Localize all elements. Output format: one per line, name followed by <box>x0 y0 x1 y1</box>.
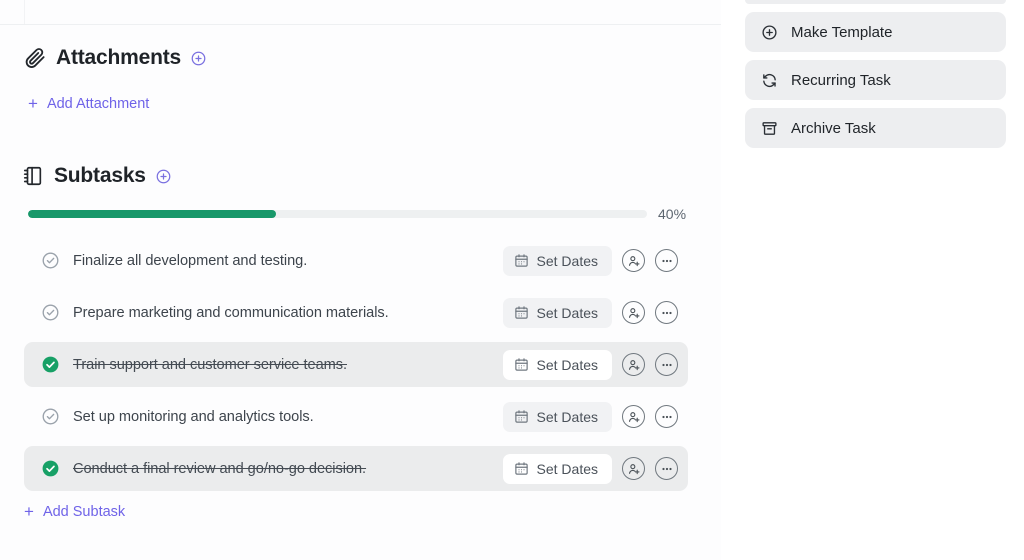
progress-percent-label: 40% <box>658 206 687 222</box>
subtask-row[interactable]: Set up monitoring and analytics tools. S… <box>24 394 688 439</box>
set-dates-label: Set Dates <box>536 304 598 321</box>
set-dates-label: Set Dates <box>536 408 598 425</box>
subtask-label: Prepare marketing and communication mate… <box>73 304 389 321</box>
add-attachment-label: Add Attachment <box>46 95 150 112</box>
column-tick-mark <box>24 0 25 24</box>
sidebar-action-label: Archive Task <box>791 119 876 137</box>
calendar-icon <box>514 357 529 372</box>
sidebar-action-archive-task[interactable]: Archive Task <box>745 108 1006 148</box>
assign-user-button[interactable] <box>622 353 645 376</box>
subtasks-progress: 40% <box>28 206 692 222</box>
archive-icon <box>761 120 778 137</box>
sidebar-action-clipped[interactable] <box>745 0 1006 4</box>
subtask-label: Finalize all development and testing. <box>73 252 308 269</box>
add-subtask-label: Add Subtask <box>42 503 126 520</box>
subtask-row-actions: Set Dates <box>502 245 682 276</box>
add-subtask-link[interactable]: + Add Subtask <box>24 503 125 520</box>
set-dates-button[interactable]: Set Dates <box>502 297 612 328</box>
subtask-row[interactable]: Prepare marketing and communication mate… <box>24 290 688 335</box>
subtask-checkbox-checked[interactable] <box>41 355 60 374</box>
add-attachment-link[interactable]: + Add Attachment <box>28 95 149 112</box>
plus-circle-icon <box>761 24 778 41</box>
set-dates-button[interactable]: Set Dates <box>502 245 612 276</box>
more-options-button[interactable] <box>655 353 678 376</box>
subtask-row[interactable]: Finalize all development and testing. Se… <box>24 238 688 283</box>
set-dates-label: Set Dates <box>536 252 598 269</box>
subtask-row-actions: Set Dates <box>502 349 682 380</box>
subtask-row-actions: Set Dates <box>502 401 682 432</box>
plus-icon: + <box>28 94 38 113</box>
subtask-checkbox-checked[interactable] <box>41 459 60 478</box>
set-dates-label: Set Dates <box>536 356 598 373</box>
section-divider <box>0 24 721 25</box>
progress-track <box>28 210 647 218</box>
main-content-pane: Attachments + Add Attachment Subtasks 40… <box>0 0 721 560</box>
sidebar-action-make-template[interactable]: Make Template <box>745 12 1006 52</box>
subtask-label: Conduct a final review and go/no-go deci… <box>73 460 367 477</box>
sidebar-action-list: Make Template Recurring Task Archive Tas… <box>745 0 1006 156</box>
subtask-checkbox-unchecked[interactable] <box>41 303 60 322</box>
more-options-button[interactable] <box>655 301 678 324</box>
sidebar-action-label: Recurring Task <box>791 71 891 89</box>
subtask-row[interactable]: Conduct a final review and go/no-go deci… <box>24 446 688 491</box>
set-dates-button[interactable]: Set Dates <box>502 349 612 380</box>
more-options-button[interactable] <box>655 249 678 272</box>
calendar-icon <box>514 461 529 476</box>
calendar-icon <box>514 253 529 268</box>
subtask-label: Set up monitoring and analytics tools. <box>73 408 314 425</box>
assign-user-button[interactable] <box>622 249 645 272</box>
more-options-button[interactable] <box>655 405 678 428</box>
calendar-icon <box>514 409 529 424</box>
subtask-list: Finalize all development and testing. Se… <box>24 238 688 498</box>
attachments-header: Attachments <box>24 46 206 70</box>
subtasks-header: Subtasks <box>22 164 171 188</box>
assign-user-button[interactable] <box>622 405 645 428</box>
calendar-icon <box>514 305 529 320</box>
subtasks-add-icon[interactable] <box>156 169 171 184</box>
attachments-title: Attachments <box>56 46 181 69</box>
more-options-button[interactable] <box>655 457 678 480</box>
assign-user-button[interactable] <box>622 301 645 324</box>
subtask-label: Train support and customer service teams… <box>73 356 347 373</box>
subtask-row[interactable]: Train support and customer service teams… <box>24 342 688 387</box>
assign-user-button[interactable] <box>622 457 645 480</box>
subtask-row-actions: Set Dates <box>502 453 682 484</box>
set-dates-button[interactable]: Set Dates <box>502 401 612 432</box>
subtask-checkbox-unchecked[interactable] <box>41 251 60 270</box>
paperclip-icon <box>24 47 46 69</box>
subtasks-title: Subtasks <box>54 164 146 187</box>
plus-icon: + <box>24 502 34 521</box>
progress-fill <box>28 210 276 218</box>
task-detail-screen: Attachments + Add Attachment Subtasks 40… <box>0 0 1024 560</box>
recurring-icon <box>761 72 778 89</box>
notebook-icon <box>22 165 44 187</box>
subtask-row-actions: Set Dates <box>502 297 682 328</box>
subtask-checkbox-unchecked[interactable] <box>41 407 60 426</box>
set-dates-label: Set Dates <box>536 460 598 477</box>
set-dates-button[interactable]: Set Dates <box>502 453 612 484</box>
sidebar-action-label: Make Template <box>791 23 893 41</box>
attachments-add-icon[interactable] <box>191 51 206 66</box>
sidebar-action-recurring-task[interactable]: Recurring Task <box>745 60 1006 100</box>
